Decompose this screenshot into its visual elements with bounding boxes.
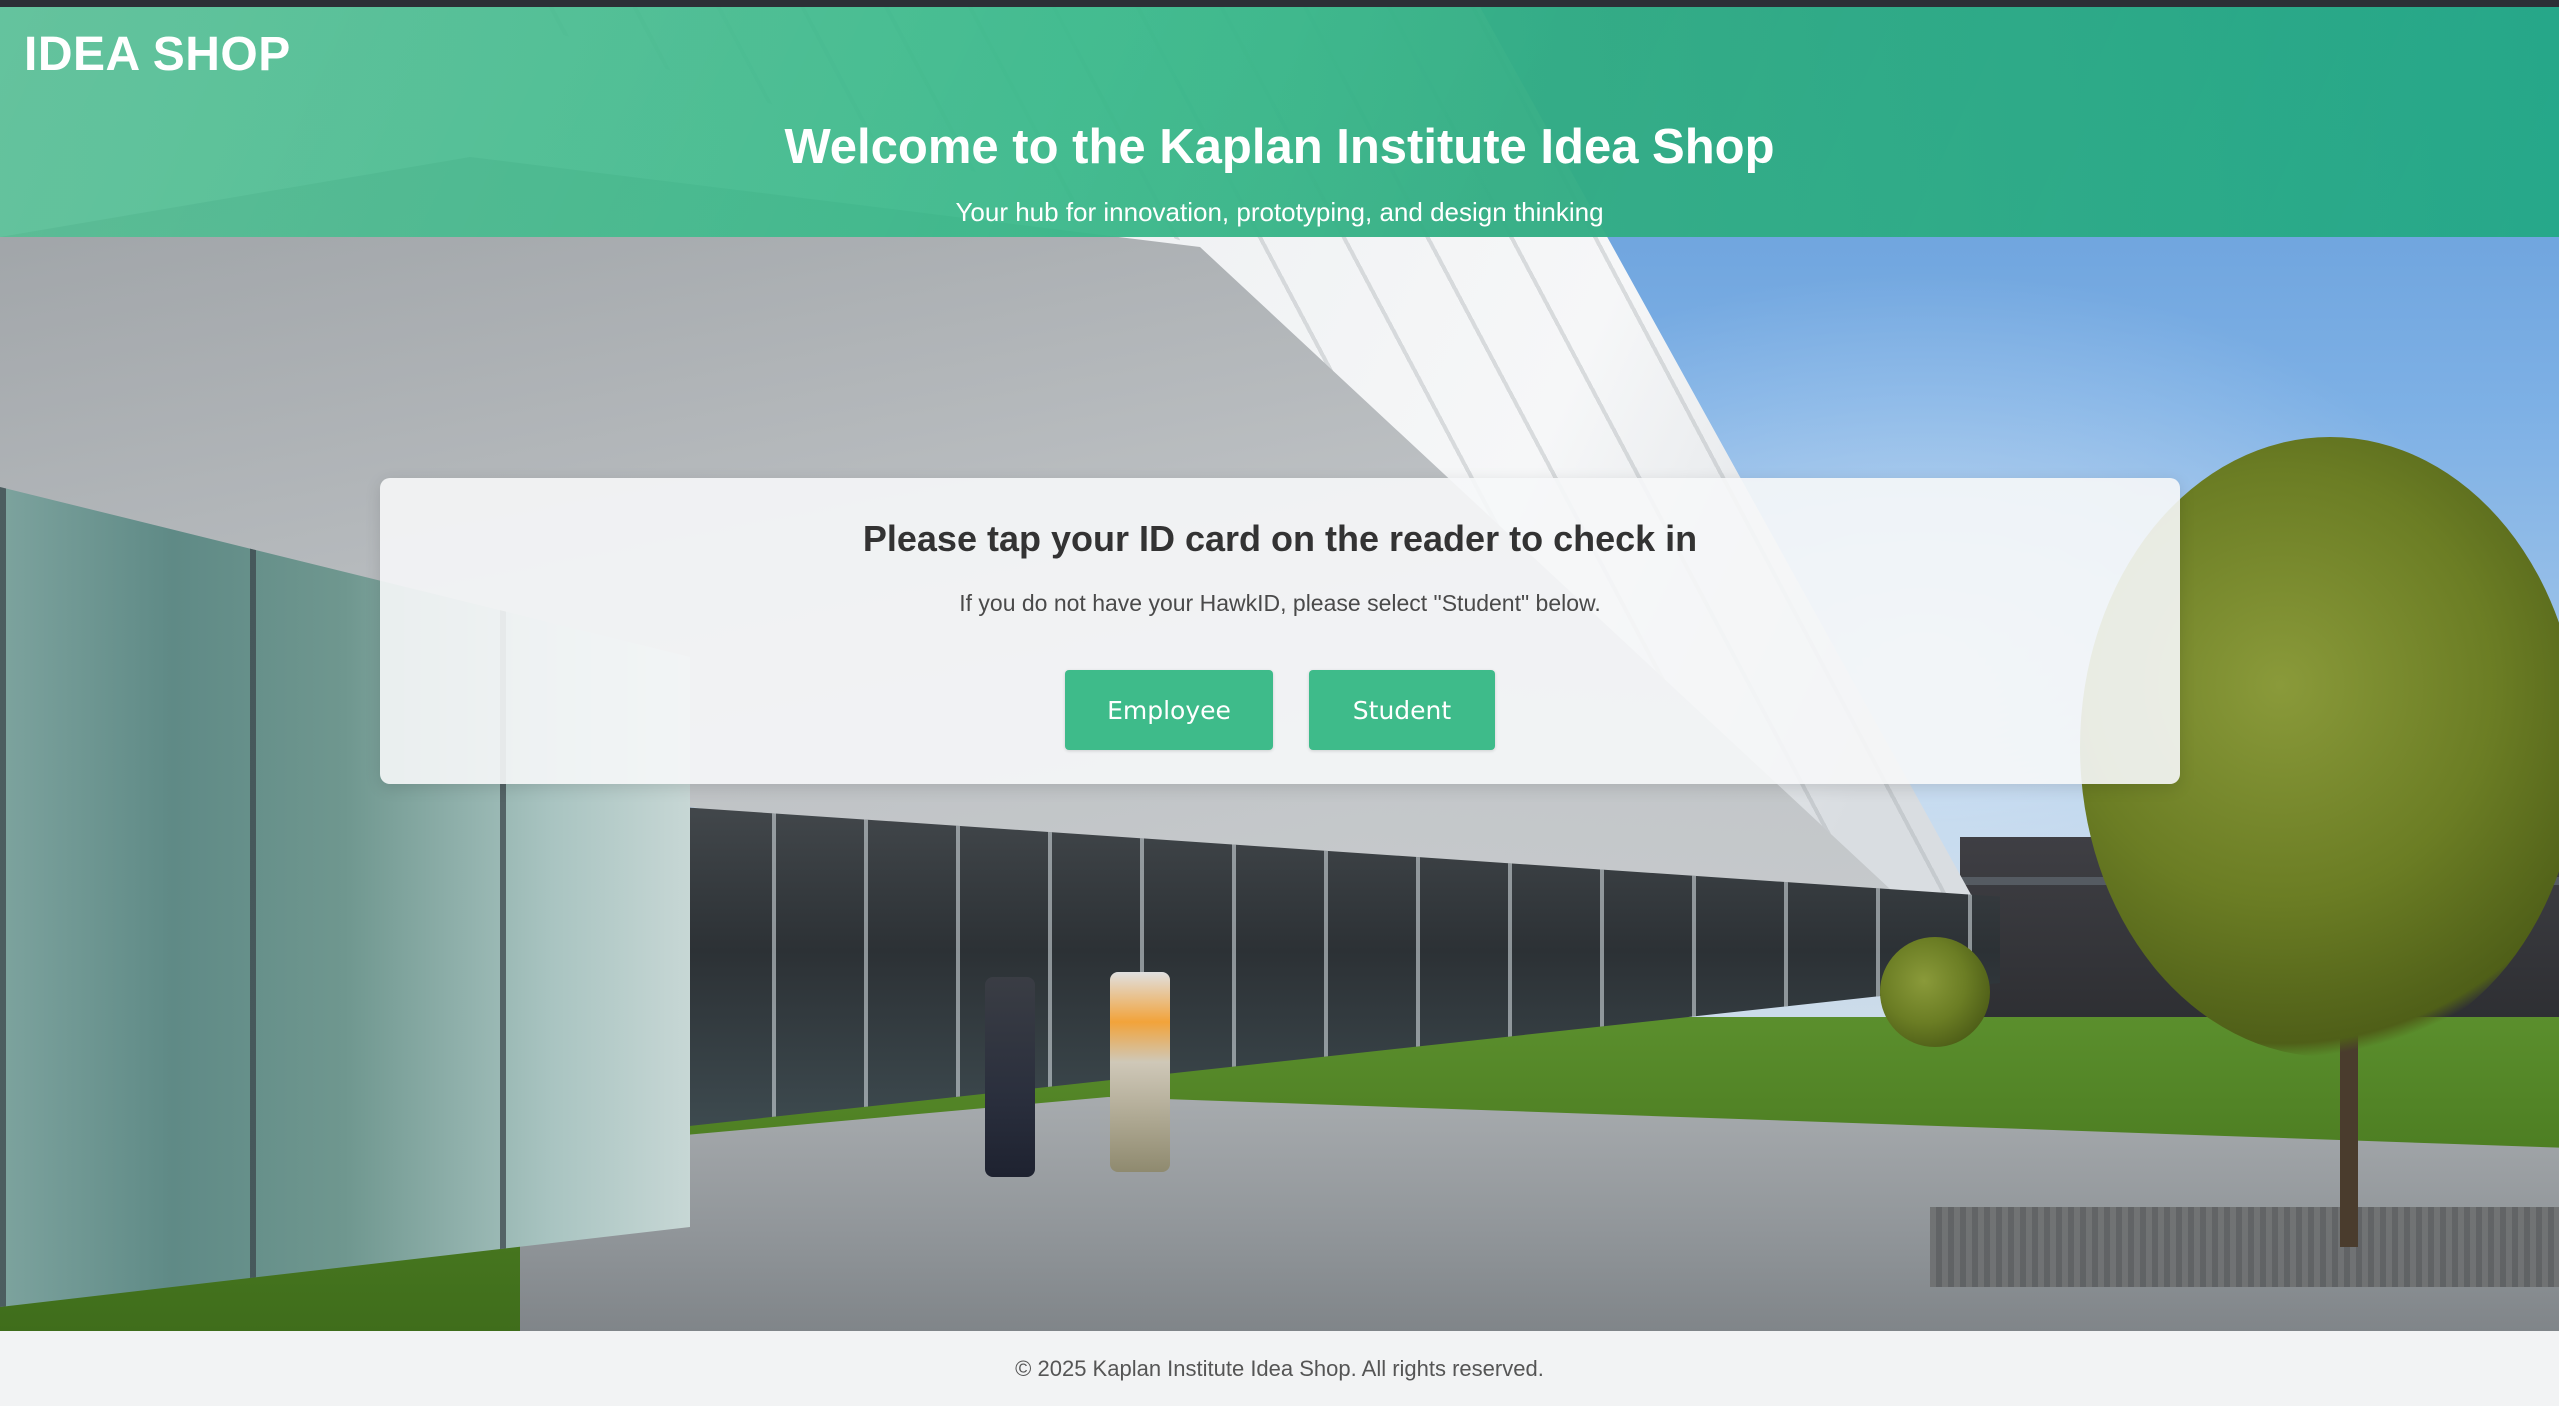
footer-copyright: © 2025 Kaplan Institute Idea Shop. All r… — [1015, 1356, 1544, 1381]
employee-button[interactable]: Employee — [1065, 670, 1273, 750]
hero-title: Welcome to the Kaplan Institute Idea Sho… — [784, 120, 1775, 174]
person-walking — [985, 977, 1035, 1177]
brand-logo[interactable]: IDEA SHOP — [24, 27, 291, 82]
checkin-card: Please tap your ID card on the reader to… — [380, 478, 2180, 784]
hero-subtitle: Your hub for innovation, prototyping, an… — [955, 197, 1604, 227]
small-tree — [1880, 937, 1990, 1047]
student-button[interactable]: Student — [1309, 670, 1495, 750]
site-footer: © 2025 Kaplan Institute Idea Shop. All r… — [0, 1331, 2559, 1406]
gravel-bed — [1930, 1207, 2559, 1287]
person-with-backpack — [1110, 972, 1170, 1172]
checkin-title: Please tap your ID card on the reader to… — [862, 518, 1698, 559]
window-top-border — [0, 0, 2559, 7]
site-header: IDEA SHOP Welcome to the Kaplan Institut… — [0, 7, 2559, 237]
checkin-note: If you do not have your HawkID, please s… — [959, 590, 1601, 616]
